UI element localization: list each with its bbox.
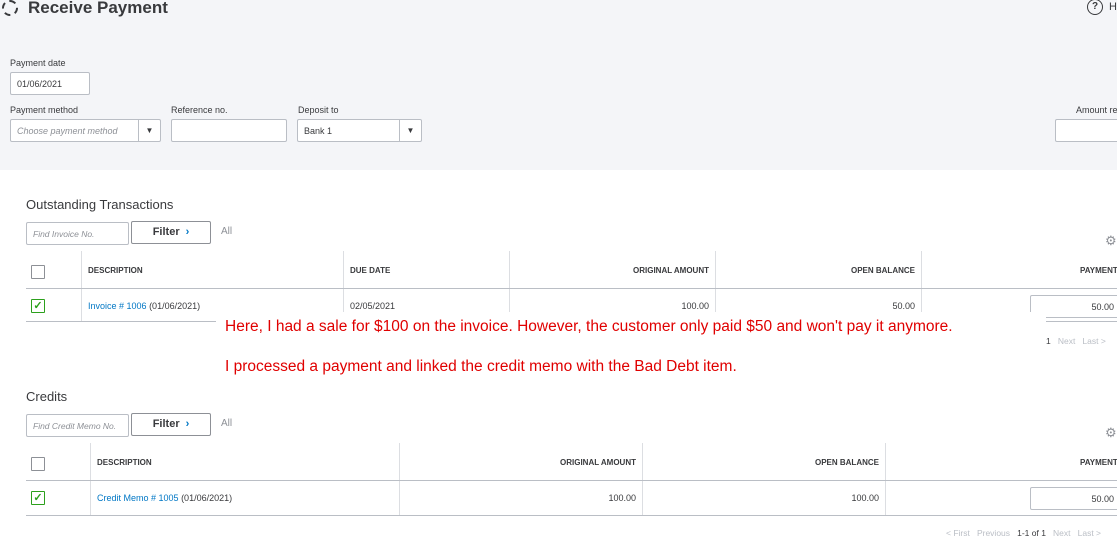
reference-input[interactable] — [171, 119, 287, 142]
column-header-original-amount[interactable]: ORIGINAL AMOUNT — [633, 266, 709, 275]
open-balance: 100.00 — [851, 493, 879, 503]
last-link[interactable]: Last > — [1082, 336, 1105, 346]
column-header-description[interactable]: DESCRIPTION — [88, 266, 143, 275]
payment-header-panel — [0, 0, 1117, 170]
payment-date-input[interactable]: 01/06/2021 — [10, 72, 90, 95]
open-balance: 50.00 — [892, 301, 915, 311]
deposit-select[interactable]: Bank 1 ▼ — [297, 119, 422, 142]
credits-title: Credits — [26, 389, 68, 404]
annotation-line-1: Here, I had a sale for $100 on the invoi… — [225, 318, 953, 335]
history-icon[interactable] — [2, 0, 18, 16]
row-checkbox[interactable]: ✓ — [31, 299, 45, 313]
all-label: All — [221, 418, 233, 429]
filter-button[interactable]: Filter › — [131, 221, 211, 244]
column-header-original-amount[interactable]: ORIGINAL AMOUNT — [560, 458, 636, 467]
select-all-checkbox[interactable] — [31, 265, 45, 279]
find-invoice-placeholder: Find Invoice No. — [33, 229, 95, 239]
invoice-date: (01/06/2021) — [149, 301, 201, 311]
filter-label: Filter — [152, 418, 180, 430]
outstanding-title: Outstanding Transactions — [26, 197, 174, 212]
column-header-due-date[interactable]: DUE DATE — [350, 266, 390, 275]
filter-label: Filter — [152, 226, 180, 238]
page-range: 1 — [1046, 336, 1051, 346]
chevron-right-icon: › — [185, 418, 190, 430]
due-date: 02/05/2021 — [350, 301, 396, 311]
table-row: Credit Memo # 1005 (01/06/2021) — [97, 493, 232, 503]
deposit-value: Bank 1 — [304, 126, 333, 136]
find-credit-placeholder: Find Credit Memo No. — [33, 421, 117, 431]
original-amount: 100.00 — [681, 301, 709, 311]
page-title: Receive Payment — [28, 0, 168, 17]
column-header-payment[interactable]: PAYMENT — [1080, 458, 1117, 467]
help-label[interactable]: H — [1109, 1, 1117, 13]
credit-memo-link[interactable]: Credit Memo # 1005 — [97, 493, 179, 503]
payment-input[interactable]: 50.00 — [1030, 487, 1117, 510]
column-header-open-balance[interactable]: OPEN BALANCE — [815, 458, 879, 467]
original-amount: 100.00 — [608, 493, 636, 503]
column-header-payment[interactable]: PAYMENT — [1080, 266, 1117, 275]
amount-received-input[interactable] — [1055, 119, 1117, 142]
payment-date-label: Payment date — [10, 58, 66, 68]
select-all-checkbox[interactable] — [31, 457, 45, 471]
chevron-right-icon: › — [185, 226, 190, 238]
row-checkbox[interactable]: ✓ — [31, 491, 45, 505]
annotation-line-2: I processed a payment and linked the cre… — [225, 358, 737, 375]
find-invoice-input[interactable]: Find Invoice No. — [26, 222, 129, 245]
annotation-note: Here, I had a sale for $100 on the invoi… — [216, 312, 1046, 386]
credit-memo-date: (01/06/2021) — [181, 493, 233, 503]
column-header-open-balance[interactable]: OPEN BALANCE — [851, 266, 915, 275]
invoice-link[interactable]: Invoice # 1006 — [88, 301, 147, 311]
chevron-down-icon[interactable]: ▼ — [399, 120, 421, 141]
table-row: Invoice # 1006 (01/06/2021) — [88, 301, 200, 311]
deposit-label: Deposit to — [298, 105, 339, 115]
payment-method-label: Payment method — [10, 105, 79, 115]
chevron-down-icon[interactable]: ▼ — [138, 120, 160, 141]
reference-label: Reference no. — [171, 105, 228, 115]
payment-method-placeholder: Choose payment method — [17, 126, 118, 136]
filter-button[interactable]: Filter › — [131, 413, 211, 436]
column-header-description[interactable]: DESCRIPTION — [97, 458, 152, 467]
all-label: All — [221, 226, 233, 237]
amount-received-label: Amount re — [1076, 105, 1117, 115]
pagination: 1 Next Last > — [1046, 336, 1106, 346]
payment-method-select[interactable]: Choose payment method ▼ — [10, 119, 161, 142]
next-link[interactable]: Next — [1058, 336, 1075, 346]
gear-icon[interactable]: ⚙ — [1105, 233, 1117, 249]
find-credit-memo-input[interactable]: Find Credit Memo No. — [26, 414, 129, 437]
gear-icon[interactable]: ⚙ — [1105, 425, 1117, 441]
